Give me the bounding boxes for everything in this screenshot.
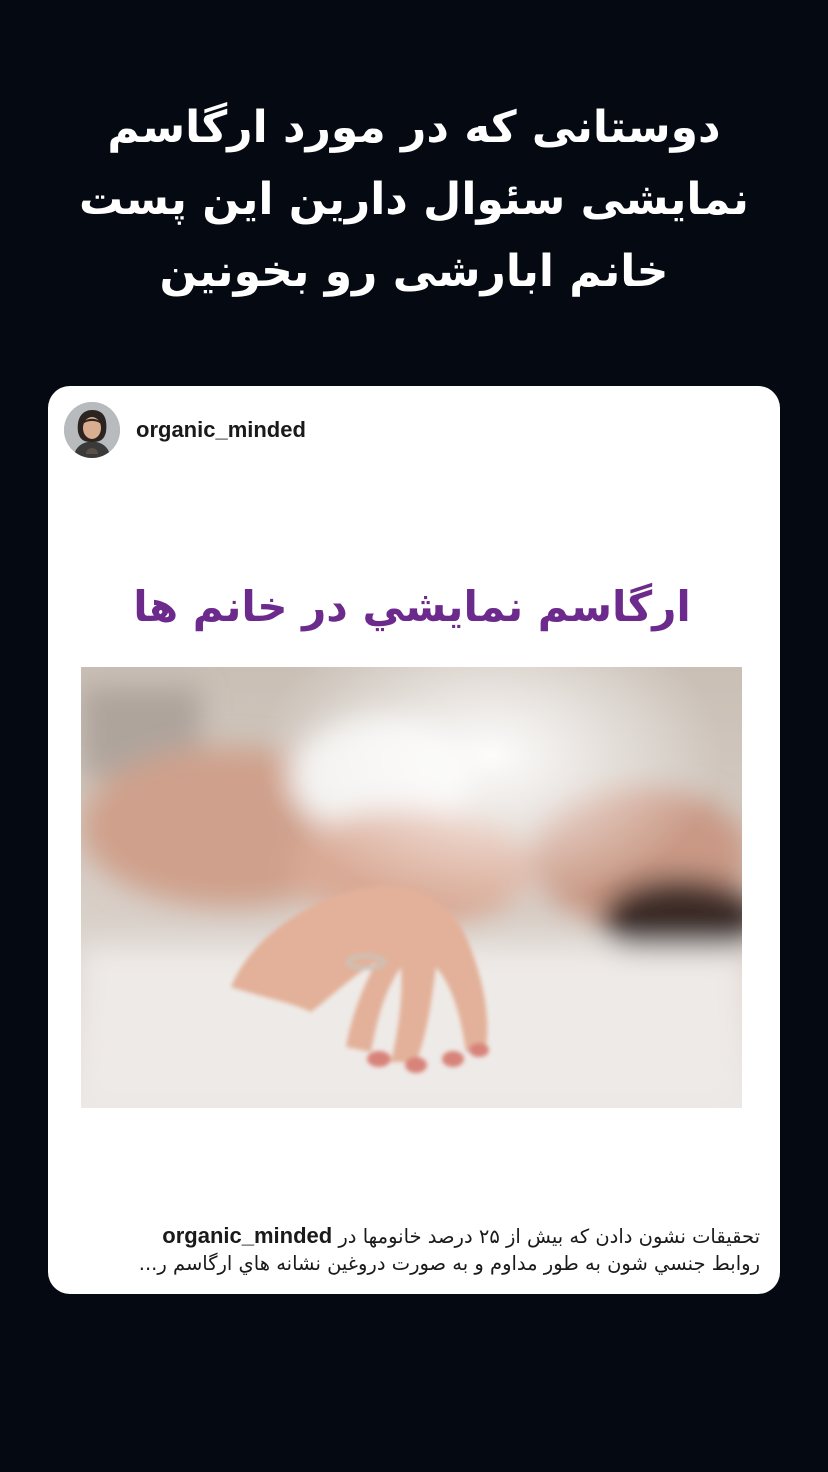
story-caption: دوستانی که در مورد ارگاسم نمایشی سئوال د… <box>40 92 788 308</box>
story-caption-line-3: خانم ابارشی رو بخونین <box>159 246 669 297</box>
caption-username[interactable]: organic_minded <box>162 1223 332 1248</box>
shared-post-card[interactable]: organic_minded ارگاسم نمايشي در خانم ها <box>48 386 780 1294</box>
post-caption-line-2: روابط جنسي شون به طور مداوم و به صورت در… <box>138 1252 760 1275</box>
story-caption-line-1: دوستانی که در مورد ارگاسم <box>107 102 721 153</box>
post-caption-line-1: تحقیقات نشون دادن که بیش از ۲۵ درصد خانو… <box>64 1222 760 1250</box>
avatar-image <box>64 402 120 458</box>
post-photo-image <box>81 667 742 1108</box>
story-caption-line-2: نمایشی سئوال دارین این پست <box>79 174 749 225</box>
post-photo[interactable] <box>81 667 742 1108</box>
post-media-title: ارگاسم نمايشي در خانم ها <box>133 582 691 631</box>
post-username[interactable]: organic_minded <box>136 417 306 443</box>
post-caption[interactable]: تحقیقات نشون دادن که بیش از ۲۵ درصد خانو… <box>64 1222 760 1277</box>
post-caption-text-1: تحقیقات نشون دادن که بیش از ۲۵ درصد خانو… <box>338 1225 760 1248</box>
avatar[interactable] <box>64 402 120 458</box>
post-header[interactable]: organic_minded <box>64 402 306 458</box>
